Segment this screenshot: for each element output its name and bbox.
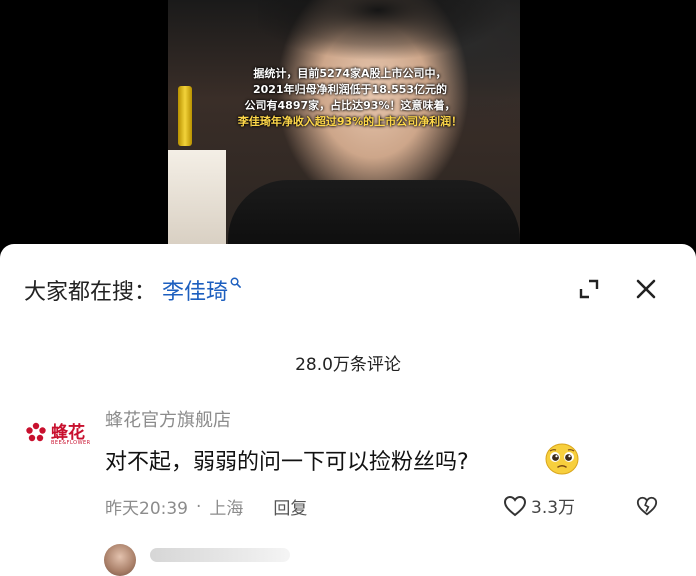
pleading-face-emoji xyxy=(545,443,579,475)
comment-time: 昨天20:39 xyxy=(105,499,188,519)
video-hair xyxy=(258,0,508,60)
caption-line-highlight: 李佳琦年净收入超过93%的上市公司净利润！ xyxy=(237,115,463,128)
bee-flower-logo: 蜂花 BEE&FLOWER xyxy=(25,410,90,450)
search-suggestion[interactable]: 大家都在搜： 李佳琦 xyxy=(24,274,241,306)
video-shirt xyxy=(228,180,520,248)
video-player[interactable]: 据统计，目前5274家A股上市公司中， 2021年归母净利润低于18.553亿元… xyxy=(0,0,696,262)
comment-meta: 昨天20:39 · 上海 回复 xyxy=(105,494,307,520)
video-caption: 据统计，目前5274家A股上市公司中， 2021年归母净利润低于18.553亿元… xyxy=(200,66,500,130)
like-button[interactable]: 3.3万 xyxy=(503,493,575,518)
comment-text: 对不起，弱弱的问一下可以捡粉丝吗? xyxy=(105,450,469,475)
meta-separator: · xyxy=(196,496,202,517)
close-icon[interactable] xyxy=(634,277,658,301)
avatar[interactable]: 蜂花 BEE&FLOWER xyxy=(24,404,90,456)
flower-icon xyxy=(26,422,46,442)
search-keyword-link[interactable]: 李佳琦 xyxy=(162,274,228,306)
comment-count: 28.0万条评论 xyxy=(295,355,401,375)
next-comment-username xyxy=(150,548,290,562)
like-count: 3.3万 xyxy=(531,498,576,518)
lipstick-image xyxy=(178,86,192,146)
comment-sheet: 大家都在搜： 李佳琦 28.0万条评论 蜂花 BEE&FLOWER 蜂花官方旗舰… xyxy=(0,244,696,576)
comment-location: 上海 xyxy=(209,499,244,519)
reply-button[interactable]: 回复 xyxy=(273,494,307,519)
caption-line: 2021年归母净利润低于18.553亿元的 xyxy=(252,83,448,96)
search-icon[interactable] xyxy=(230,277,241,292)
comment-username[interactable]: 蜂花官方旗舰店 xyxy=(105,406,231,432)
caption-line: 公司有4897家，占比达93%！这意味着， xyxy=(244,99,456,112)
broken-heart-icon[interactable] xyxy=(636,495,658,517)
avatar[interactable] xyxy=(104,544,136,576)
expand-icon[interactable] xyxy=(578,278,600,300)
lipstick-box-image xyxy=(168,150,226,248)
brand-name-en: BEE&FLOWER xyxy=(51,440,91,446)
search-prefix: 大家都在搜： xyxy=(24,280,157,305)
heart-icon xyxy=(503,495,527,516)
caption-line: 据统计，目前5274家A股上市公司中， xyxy=(253,67,447,80)
